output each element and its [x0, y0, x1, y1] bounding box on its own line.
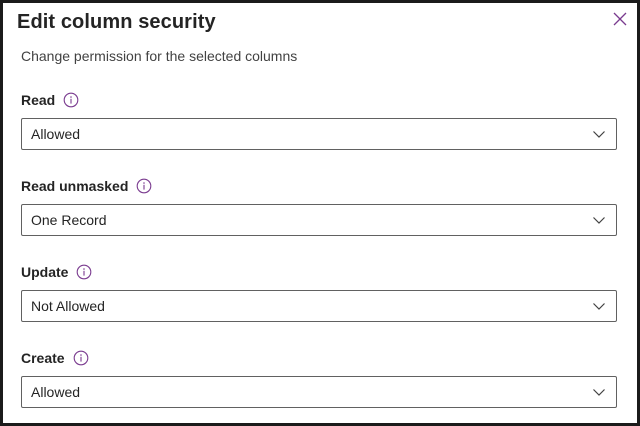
chevron-down-icon [592, 299, 606, 313]
chevron-down-icon [592, 213, 606, 227]
field-read-unmasked: Read unmasked One Record [21, 176, 617, 236]
field-label-row: Read unmasked [21, 176, 617, 196]
dropdown-selected-value: Not Allowed [31, 298, 105, 314]
info-icon[interactable] [136, 178, 152, 194]
field-label-read-unmasked: Read unmasked [21, 178, 129, 194]
dropdown-selected-value: One Record [31, 212, 107, 228]
chevron-down-icon [592, 385, 606, 399]
info-icon[interactable] [63, 92, 79, 108]
field-create: Create Allowed [21, 348, 617, 408]
dropdown-selected-value: Allowed [31, 126, 81, 142]
info-icon[interactable] [76, 264, 92, 280]
field-label-update: Update [21, 264, 69, 280]
field-read: Read Allowed [21, 90, 617, 150]
dialog-title: Edit column security [17, 11, 216, 33]
field-label-read: Read [21, 92, 56, 108]
close-button[interactable] [609, 8, 631, 30]
read-permission-dropdown[interactable]: Allowed [21, 118, 617, 150]
create-permission-dropdown[interactable]: Allowed [21, 376, 617, 408]
field-label-row: Create [21, 348, 617, 368]
update-permission-dropdown[interactable]: Not Allowed [21, 290, 617, 322]
field-label-row: Update [21, 262, 617, 282]
dialog-subtitle: Change permission for the selected colum… [21, 48, 298, 64]
field-update: Update Not Allowed [21, 262, 617, 322]
edit-column-security-dialog: Edit column security Change permission f… [0, 0, 640, 426]
dropdown-selected-value: Allowed [31, 384, 81, 400]
chevron-down-icon [592, 127, 606, 141]
read-unmasked-permission-dropdown[interactable]: One Record [21, 204, 617, 236]
field-label-create: Create [21, 350, 65, 366]
info-icon[interactable] [73, 350, 89, 366]
close-icon [613, 12, 627, 26]
field-label-row: Read [21, 90, 617, 110]
